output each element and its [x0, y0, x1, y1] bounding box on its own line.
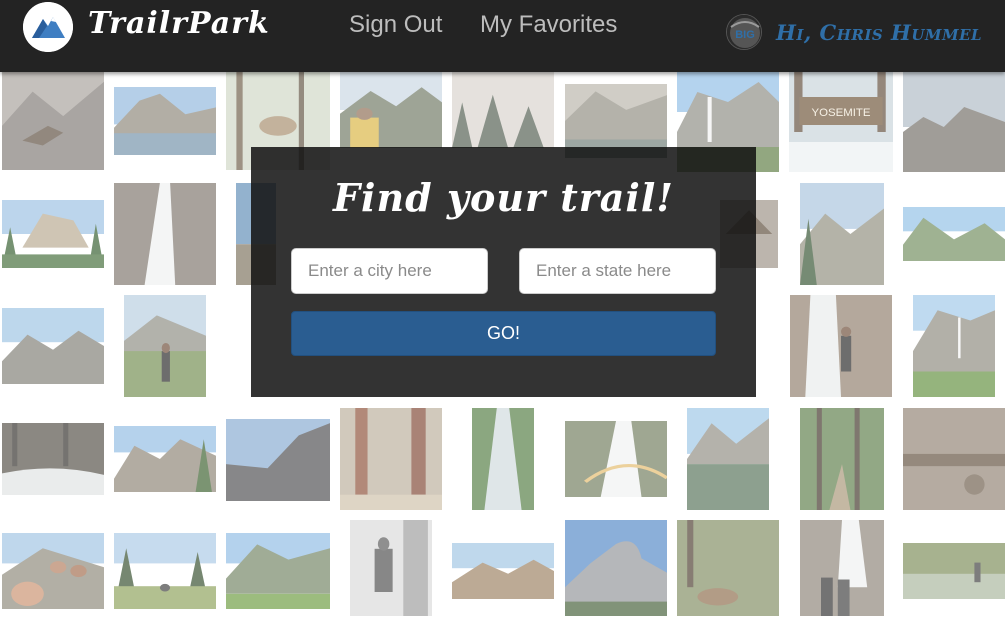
photo-deer-rest[interactable] — [677, 520, 779, 616]
photo-waterfall-rock[interactable] — [114, 183, 216, 285]
photo-misty-forest[interactable] — [452, 72, 554, 148]
photo-falls-meadow[interactable] — [913, 295, 995, 397]
photo-meadow-person[interactable] — [114, 533, 216, 609]
photo-valley-pines[interactable] — [800, 183, 884, 285]
photo-person-meadow[interactable] — [124, 295, 206, 397]
photo-sequoias[interactable] — [340, 408, 442, 510]
photo-river-forest[interactable] — [2, 423, 104, 495]
go-button[interactable]: GO! — [291, 311, 716, 356]
photo-lake-hiker[interactable] — [903, 543, 1005, 599]
sign-out-link[interactable]: Sign Out — [349, 11, 442, 39]
photo-rock-deer[interactable] — [2, 72, 104, 170]
photo-mountain-lake[interactable] — [903, 207, 1005, 261]
avatar[interactable]: BIG — [726, 14, 762, 50]
photo-yosemite-sign[interactable]: YOSEMITE — [789, 72, 893, 172]
avatar-text: BIG — [735, 29, 755, 41]
photo-el-capitan-trees[interactable] — [2, 200, 104, 268]
state-input[interactable] — [519, 248, 716, 294]
user-greeting: Hi, Chris Hummel — [776, 20, 983, 45]
photo-bw-person[interactable] — [350, 520, 432, 616]
photo-fallen-log[interactable] — [903, 408, 1005, 510]
photo-mountain-range[interactable] — [2, 308, 104, 384]
photo-rainbow-falls[interactable] — [565, 421, 667, 497]
city-input[interactable] — [291, 248, 488, 294]
svg-text:YOSEMITE: YOSEMITE — [811, 107, 870, 119]
photo-canyon-view[interactable] — [452, 543, 554, 599]
photo-hiker-yellow[interactable] — [340, 72, 442, 148]
brand-name[interactable]: TrailrPark — [88, 6, 270, 41]
search-panel: Find your trail! GO! — [251, 147, 756, 397]
photo-valley-view[interactable] — [903, 72, 1005, 172]
photo-forest-trail[interactable] — [800, 408, 884, 510]
photo-green-valley[interactable] — [226, 533, 330, 609]
photo-reflection[interactable] — [687, 408, 769, 510]
photo-dark-cliff[interactable] — [226, 419, 330, 501]
photo-group-selfie[interactable] — [2, 533, 104, 609]
photo-waterfall-hiker[interactable] — [790, 295, 892, 397]
photo-trail-stream[interactable] — [472, 408, 534, 510]
photo-el-capitan-lake[interactable] — [114, 87, 216, 155]
photo-couple-falls[interactable] — [800, 520, 884, 616]
my-favorites-link[interactable]: My Favorites — [480, 11, 617, 39]
mountain-logo-icon[interactable] — [23, 2, 73, 52]
photo-bridalveil[interactable] — [114, 426, 216, 492]
search-title: Find your trail! — [333, 175, 674, 220]
navbar: TrailrPark Sign Out My Favorites BIG Hi,… — [0, 0, 1005, 72]
photo-half-dome[interactable] — [565, 520, 667, 616]
